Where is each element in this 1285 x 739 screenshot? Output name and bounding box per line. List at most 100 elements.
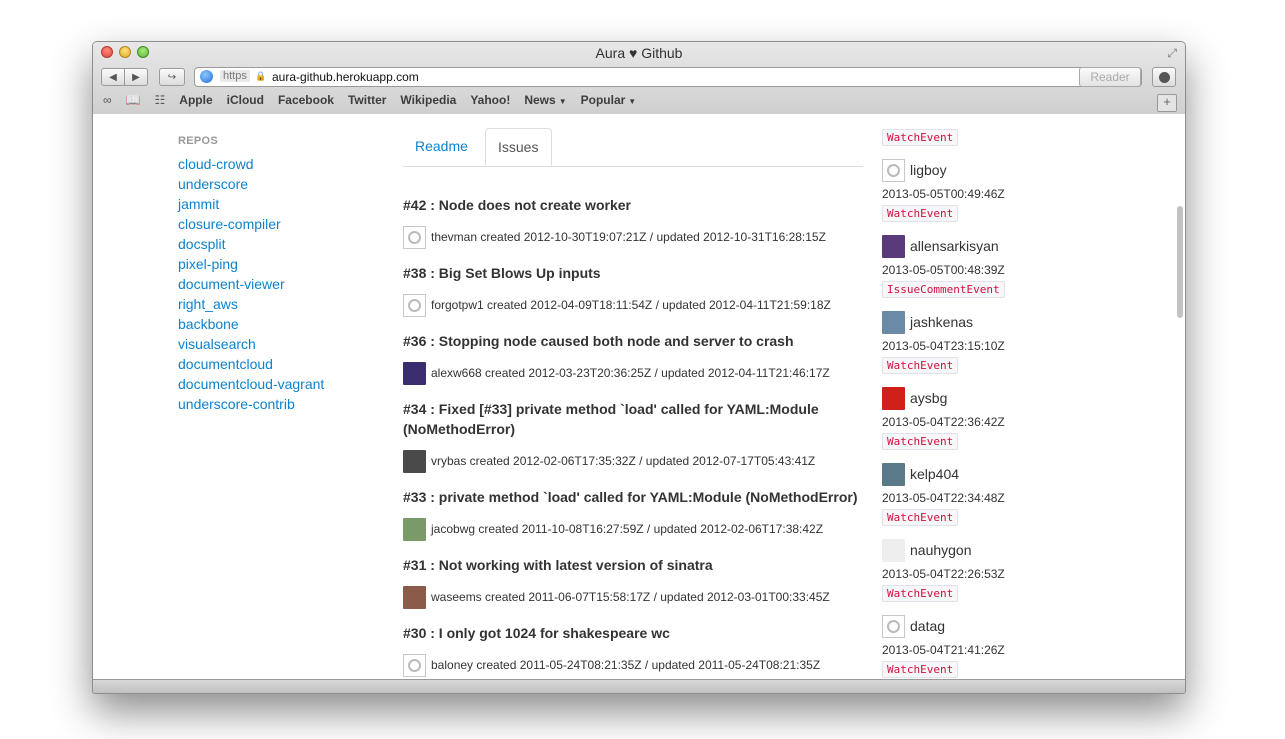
event-type-badge: WatchEvent xyxy=(882,585,959,602)
downloads-button[interactable] xyxy=(1152,67,1176,87)
bookmark-popular-label: Popular xyxy=(580,93,626,107)
feed-timestamp: 2013-05-05T00:49:46Z xyxy=(882,187,1005,201)
feed-user[interactable]: datag xyxy=(882,614,1052,638)
issue-title[interactable]: #30 : I only got 1024 for shakespeare wc xyxy=(403,623,863,643)
event-type-badge: WatchEvent xyxy=(882,509,959,526)
feed-timestamp: 2013-05-04T21:41:26Z xyxy=(882,643,1005,657)
event-type-badge: WatchEvent xyxy=(882,661,959,678)
issue-title[interactable]: #34 : Fixed [#33] private method `load' … xyxy=(403,399,863,439)
feed-timestamp: 2013-05-05T00:48:39Z xyxy=(882,263,1005,277)
chevron-down-icon: ▼ xyxy=(558,97,567,106)
feed-username: nauhygon xyxy=(910,542,972,558)
globe-icon xyxy=(200,70,213,83)
repo-link[interactable]: closure-compiler xyxy=(178,214,324,234)
page-content: REPOS cloud-crowd underscore jammit clos… xyxy=(93,114,1185,679)
repo-list: cloud-crowd underscore jammit closure-co… xyxy=(178,154,324,414)
top-sites-grid-icon[interactable]: ☷ xyxy=(155,93,166,107)
bookmark-popular-folder[interactable]: Popular ▼ xyxy=(581,93,637,107)
issue-item: #42 : Node does not create worker thevma… xyxy=(403,195,863,249)
feed-user[interactable]: kelp404 xyxy=(882,462,1052,486)
repo-link[interactable]: backbone xyxy=(178,314,324,334)
feed-user[interactable]: aysbg xyxy=(882,386,1052,410)
tab-readme[interactable]: Readme xyxy=(403,128,480,166)
feed-username: jashkenas xyxy=(910,314,974,330)
repo-link[interactable]: documentcloud-vagrant xyxy=(178,374,324,394)
repo-link[interactable]: cloud-crowd xyxy=(178,154,324,174)
bookmark-wikipedia[interactable]: Wikipedia xyxy=(400,93,456,107)
avatar xyxy=(882,538,905,562)
avatar xyxy=(882,158,905,182)
status-bar xyxy=(93,679,1185,693)
issue-meta-text: baloney created 2011-05-24T08:21:35Z / u… xyxy=(431,658,821,672)
event-type-badge: WatchEvent xyxy=(882,205,959,222)
bookmark-apple[interactable]: Apple xyxy=(179,93,212,107)
issue-title[interactable]: #31 : Not working with latest version of… xyxy=(403,555,863,575)
reader-button[interactable]: Reader xyxy=(1079,67,1141,87)
bookmarks-book-icon[interactable]: 📖 xyxy=(126,93,141,107)
issue-title[interactable]: #36 : Stopping node caused both node and… xyxy=(403,331,863,351)
feed-user[interactable]: ligboy xyxy=(882,158,1052,182)
repo-link[interactable]: right_aws xyxy=(178,294,324,314)
forward-button[interactable]: ▶ xyxy=(124,68,148,86)
new-tab-button[interactable]: + xyxy=(1157,94,1177,112)
issue-meta-text: alexw668 created 2012-03-23T20:36:25Z / … xyxy=(431,366,830,380)
avatar xyxy=(403,361,426,385)
issue-meta: alexw668 created 2012-03-23T20:36:25Z / … xyxy=(403,361,863,385)
feed-user[interactable]: nauhygon xyxy=(882,538,1052,562)
feed-username: kelp404 xyxy=(910,466,960,482)
issue-meta: vrybas created 2012-02-06T17:35:32Z / up… xyxy=(403,449,863,473)
avatar xyxy=(403,653,426,677)
avatar xyxy=(882,310,905,334)
feed-item: nauhygon 2013-05-04T22:26:53Z WatchEvent xyxy=(882,538,1052,602)
bookmark-facebook[interactable]: Facebook xyxy=(278,93,334,107)
tab-issues[interactable]: Issues xyxy=(485,128,552,166)
browser-chrome: Aura ♥ Github ⤢ ◀ ▶ ↪ https 🔒 aura-githu… xyxy=(93,42,1185,115)
repo-link[interactable]: underscore-contrib xyxy=(178,394,324,414)
issue-meta-text: forgotpw1 created 2012-04-09T18:11:54Z /… xyxy=(431,298,831,312)
address-bar[interactable]: https 🔒 aura-github.herokuapp.com ↻ xyxy=(194,67,1142,87)
event-type-badge: IssueCommentEvent xyxy=(882,281,1005,298)
share-icon: ↪ xyxy=(167,71,177,83)
feed-timestamp: 2013-05-04T22:36:42Z xyxy=(882,415,1005,429)
issue-title[interactable]: #33 : private method `load' called for Y… xyxy=(403,487,863,507)
avatar xyxy=(403,293,426,317)
bookmark-yahoo[interactable]: Yahoo! xyxy=(470,93,510,107)
feed-timestamp: 2013-05-04T23:15:10Z xyxy=(882,339,1005,353)
repo-link[interactable]: document-viewer xyxy=(178,274,324,294)
avatar xyxy=(882,386,905,410)
event-type-badge: WatchEvent xyxy=(882,357,959,374)
fullscreen-icon[interactable]: ⤢ xyxy=(1167,46,1177,61)
bookmark-news-folder[interactable]: News ▼ xyxy=(524,93,566,107)
feed-timestamp: 2013-05-04T22:26:53Z xyxy=(882,567,1005,581)
feed-item: aysbg 2013-05-04T22:36:42Z WatchEvent xyxy=(882,386,1052,450)
feed-item: jashkenas 2013-05-04T23:15:10Z WatchEven… xyxy=(882,310,1052,374)
repo-link[interactable]: docsplit xyxy=(178,234,324,254)
feed-user[interactable]: allensarkisyan xyxy=(882,234,1052,258)
bookmark-twitter[interactable]: Twitter xyxy=(348,93,386,107)
chevron-down-icon: ▼ xyxy=(628,97,637,106)
repos-heading: REPOS xyxy=(178,135,219,147)
repo-link[interactable]: visualsearch xyxy=(178,334,324,354)
repo-link[interactable]: underscore xyxy=(178,174,324,194)
issue-title[interactable]: #38 : Big Set Blows Up inputs xyxy=(403,263,863,283)
issue-meta: jacobwg created 2011-10-08T16:27:59Z / u… xyxy=(403,517,863,541)
issue-title[interactable]: #42 : Node does not create worker xyxy=(403,195,863,215)
issue-meta-text: thevman created 2012-10-30T19:07:21Z / u… xyxy=(431,230,826,244)
bookmark-news-label: News xyxy=(524,93,556,107)
avatar xyxy=(403,517,426,541)
vertical-scrollbar[interactable] xyxy=(1177,206,1183,318)
repo-link[interactable]: jammit xyxy=(178,194,324,214)
repo-link[interactable]: pixel-ping xyxy=(178,254,324,274)
avatar xyxy=(882,614,905,638)
repo-link[interactable]: documentcloud xyxy=(178,354,324,374)
issue-meta-text: jacobwg created 2011-10-08T16:27:59Z / u… xyxy=(431,522,824,536)
issue-item: #31 : Not working with latest version of… xyxy=(403,555,863,609)
back-button[interactable]: ◀ xyxy=(101,68,125,86)
issue-meta: thevman created 2012-10-30T19:07:21Z / u… xyxy=(403,225,863,249)
bookmark-icloud[interactable]: iCloud xyxy=(227,93,264,107)
share-button[interactable]: ↪ xyxy=(159,68,185,86)
reading-list-icon[interactable]: ∞ xyxy=(103,93,112,107)
feed-username: ligboy xyxy=(910,162,947,178)
feed-user[interactable]: jashkenas xyxy=(882,310,1052,334)
download-icon xyxy=(1158,71,1170,83)
